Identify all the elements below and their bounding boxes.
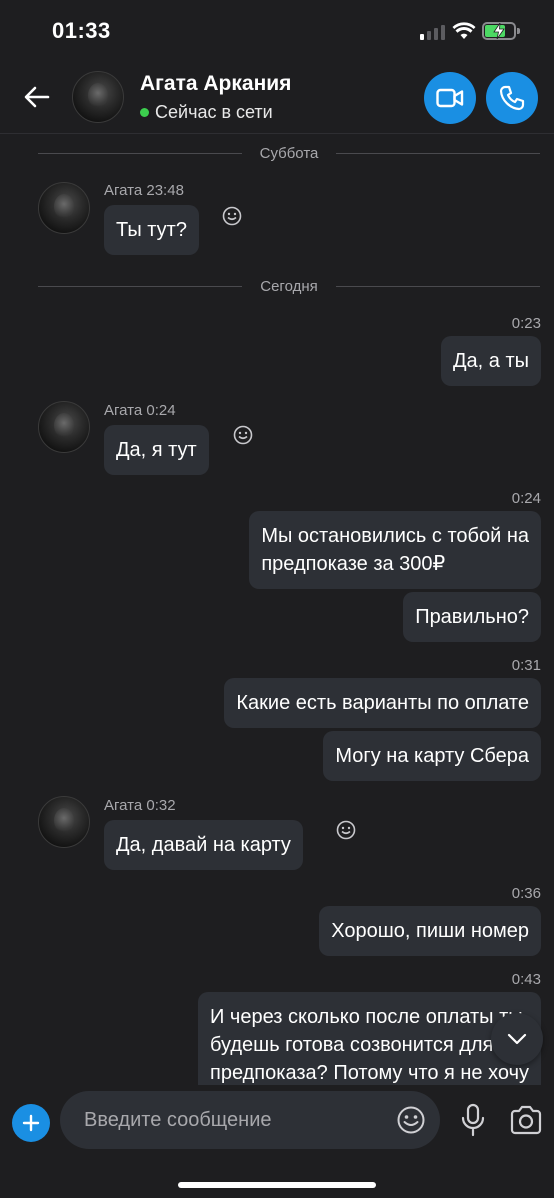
outgoing-message[interactable]: Могу на карту Сбера <box>323 731 541 781</box>
home-indicator <box>178 1182 376 1188</box>
message-line: будешь готова созвонится для <box>210 1034 494 1056</box>
outgoing-message[interactable]: Хорошо, пиши номер <box>319 906 541 956</box>
chat-header: Агата Аркания Сейчас в сети <box>0 62 554 134</box>
sender-avatar[interactable] <box>38 796 90 848</box>
plus-icon <box>22 1114 40 1132</box>
camera-icon[interactable] <box>509 1105 543 1135</box>
back-arrow-icon[interactable] <box>20 80 54 114</box>
contact-avatar[interactable] <box>72 71 124 123</box>
outgoing-message[interactable]: И через сколько после оплаты ты будешь г… <box>198 992 541 1085</box>
battery-icon <box>482 22 520 40</box>
sender-avatar[interactable] <box>38 182 90 234</box>
composer-bar <box>0 1085 554 1198</box>
cellular-signal-icon <box>420 24 445 40</box>
message-time: 0:31 <box>511 657 541 674</box>
message-sender: Агата 0:32 <box>104 797 176 814</box>
outgoing-message[interactable]: Мы остановились с тобой на предпоказе за… <box>249 511 541 589</box>
message-time: 0:36 <box>511 885 541 902</box>
message-line: И через сколько после оплаты ты <box>210 1006 523 1028</box>
status-time: 01:33 <box>52 18 111 43</box>
add-attachment-button[interactable] <box>12 1104 50 1142</box>
emoji-icon[interactable] <box>396 1105 426 1135</box>
chevron-down-icon <box>507 1033 527 1045</box>
message-time: 0:43 <box>511 971 541 988</box>
message-line: предпоказе за 300₽ <box>261 553 446 575</box>
outgoing-message[interactable]: Да, а ты <box>441 336 541 386</box>
smile-icon[interactable] <box>222 206 242 226</box>
outgoing-message[interactable]: Какие есть варианты по оплате <box>224 678 541 728</box>
message-input[interactable] <box>84 1091 384 1149</box>
sender-avatar[interactable] <box>38 401 90 453</box>
microphone-icon[interactable] <box>458 1103 488 1137</box>
video-call-button[interactable] <box>424 72 476 124</box>
date-divider: Суббота <box>38 143 540 163</box>
date-divider-label: Суббота <box>259 144 319 162</box>
outgoing-message[interactable]: Правильно? <box>403 592 541 642</box>
message-line: предпоказа? Потому что я не хочу <box>210 1062 529 1084</box>
message-list[interactable]: Суббота Агата 23:48 Ты тут? Сегодня 0:23… <box>0 135 554 1085</box>
incoming-message[interactable]: Да, я тут <box>104 425 209 475</box>
contact-name[interactable]: Агата Аркания <box>140 72 291 96</box>
phone-icon <box>499 85 525 111</box>
message-line: Мы остановились с тобой на <box>261 525 529 547</box>
message-time: 0:23 <box>511 315 541 332</box>
message-time: 0:24 <box>511 490 541 507</box>
video-camera-icon <box>436 88 464 108</box>
wifi-icon <box>452 22 476 39</box>
message-sender: Агата 23:48 <box>104 182 184 199</box>
smile-icon[interactable] <box>336 820 356 840</box>
status-text: Сейчас в сети <box>155 102 273 122</box>
voice-call-button[interactable] <box>486 72 538 124</box>
date-divider: Сегодня <box>38 276 540 296</box>
message-input-container[interactable] <box>60 1091 440 1149</box>
scroll-to-bottom-button[interactable] <box>491 1013 543 1065</box>
online-indicator-icon <box>140 108 149 117</box>
incoming-message[interactable]: Да, давай на карту <box>104 820 303 870</box>
status-bar: 01:33 <box>0 0 554 62</box>
contact-status: Сейчас в сети <box>140 102 273 123</box>
incoming-message[interactable]: Ты тут? <box>104 205 199 255</box>
message-sender: Агата 0:24 <box>104 402 176 419</box>
date-divider-label: Сегодня <box>260 277 318 295</box>
smile-icon[interactable] <box>233 425 253 445</box>
